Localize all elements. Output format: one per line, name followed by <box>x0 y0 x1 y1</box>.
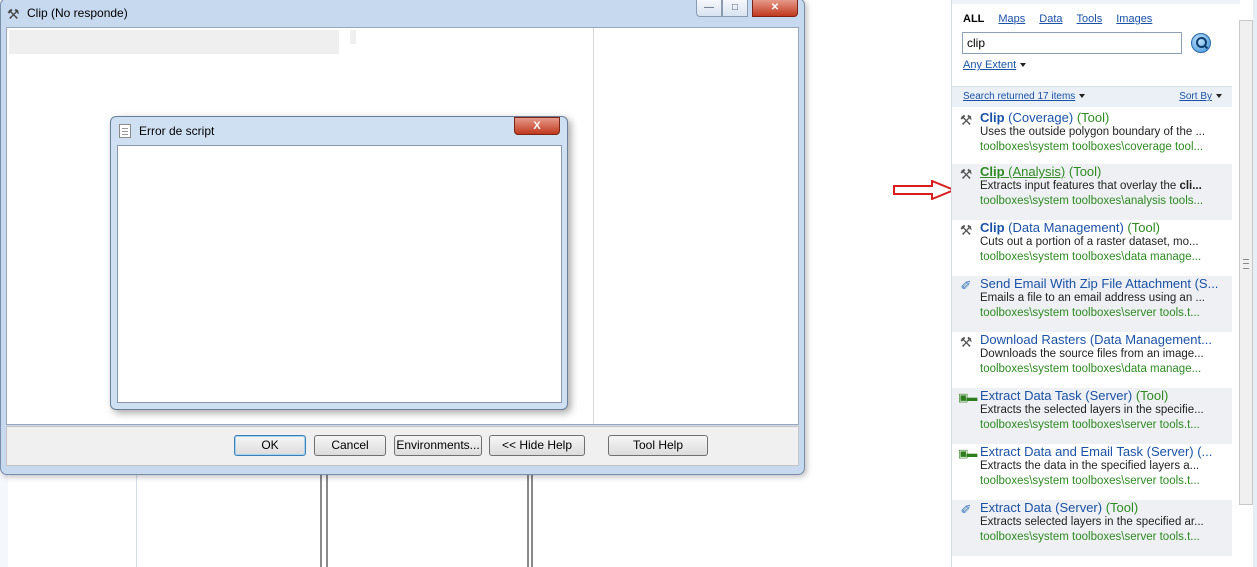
hammer-icon: ⚒ <box>959 166 973 182</box>
result-description: Extracts selected layers in the specifie… <box>980 516 1204 528</box>
hide-help-button[interactable]: << Hide Help <box>489 435 585 456</box>
result-description: Extracts the selected layers in the spec… <box>980 404 1204 416</box>
search-result-selected[interactable]: ⚒ Clip (Analysis) (Tool) Extracts input … <box>952 164 1232 220</box>
search-result[interactable]: ⚒ Clip (Coverage) (Tool) Uses the outsid… <box>952 110 1232 166</box>
result-path: toolboxes\system toolboxes\server tools.… <box>980 419 1200 431</box>
result-title[interactable]: Send Email With Zip File Attachment (S..… <box>980 276 1235 291</box>
result-title[interactable]: Clip (Coverage) (Tool) <box>980 110 1235 125</box>
help-panel-divider[interactable] <box>593 28 594 424</box>
parameter-row <box>9 30 339 54</box>
error-message-area[interactable] <box>117 145 562 403</box>
cancel-button[interactable]: Cancel <box>314 435 386 456</box>
script-icon: ✐ <box>960 278 972 293</box>
model-icon: ▣▬ <box>958 392 977 404</box>
dialog-button-bar: OK Cancel Environments... << Hide Help T… <box>6 426 799 466</box>
result-title[interactable]: Extract Data and Email Task (Server) (..… <box>980 444 1235 459</box>
script-icon: ✐ <box>960 502 972 517</box>
result-path: toolboxes\system toolboxes\data manage..… <box>980 363 1202 375</box>
result-description: Extracts input features that overlay the… <box>980 180 1202 192</box>
result-title[interactable]: Download Rasters (Data Management... <box>980 332 1235 347</box>
results-bar: Search returned 17 items Sort By <box>952 86 1232 107</box>
window-controls: — □ ✕ <box>696 0 798 19</box>
parameter-row <box>350 30 356 44</box>
chevron-down-icon <box>1020 63 1027 68</box>
result-description: Downloads the source files from an image… <box>980 348 1204 360</box>
search-result[interactable]: ▣▬ Extract Data and Email Task (Server) … <box>952 444 1232 500</box>
result-description: Cuts out a portion of a raster dataset, … <box>980 236 1199 248</box>
result-title[interactable]: Clip (Analysis) (Tool) <box>980 164 1235 179</box>
search-panel: ALL Maps Data Tools Images Any Extent Se… <box>951 0 1240 567</box>
background-divider <box>136 470 137 567</box>
scroll-grip-icon[interactable] <box>1243 259 1249 269</box>
tab-images[interactable]: Images <box>1116 13 1152 25</box>
sort-by-label: Sort By <box>1179 91 1212 102</box>
chevron-down-icon <box>1216 94 1222 99</box>
search-icon[interactable] <box>1191 33 1211 53</box>
script-error-dialog: Error de script X <box>110 116 568 410</box>
tool-help-button[interactable]: Tool Help <box>608 435 708 456</box>
hammer-icon: ⚒ <box>959 222 973 238</box>
window-edge <box>1253 0 1257 567</box>
search-result[interactable]: ⚒ Download Rasters (Data Management... D… <box>952 332 1232 388</box>
background-divider <box>531 470 533 567</box>
document-icon <box>119 124 131 138</box>
result-path: toolboxes\system toolboxes\analysis tool… <box>980 195 1204 207</box>
environments-button[interactable]: Environments... <box>394 435 482 456</box>
results-count[interactable]: Search returned 17 items <box>963 91 1086 102</box>
tab-maps[interactable]: Maps <box>998 13 1025 25</box>
result-title[interactable]: Clip (Data Management) (Tool) <box>980 220 1235 235</box>
tab-tools[interactable]: Tools <box>1077 13 1103 25</box>
result-path: toolboxes\system toolboxes\data manage..… <box>980 251 1202 263</box>
maximize-button[interactable]: □ <box>722 0 748 17</box>
result-title[interactable]: Extract Data (Server) (Tool) <box>980 500 1235 515</box>
hammer-icon: ⚒ <box>7 6 20 22</box>
window-title: Clip (No responde) <box>27 6 128 20</box>
chevron-down-icon <box>1079 94 1086 99</box>
close-button[interactable]: X <box>514 117 560 135</box>
result-description: Uses the outside polygon boundary of the… <box>980 126 1206 138</box>
hammer-icon: ⚒ <box>959 112 973 128</box>
result-path: toolboxes\system toolboxes\server tools.… <box>980 475 1200 487</box>
results-count-label: Search returned 17 items <box>963 91 1076 102</box>
background-divider <box>527 470 529 567</box>
search-result[interactable]: ✐ Extract Data (Server) (Tool) Extracts … <box>952 500 1232 556</box>
search-result[interactable]: ⚒ Clip (Data Management) (Tool) Cuts out… <box>952 220 1232 276</box>
tab-all[interactable]: ALL <box>963 13 984 25</box>
close-button[interactable]: ✕ <box>752 0 798 17</box>
minimize-button[interactable]: — <box>696 0 722 17</box>
extent-dropdown[interactable]: Any Extent <box>963 59 1027 71</box>
result-path: toolboxes\system toolboxes\server tools.… <box>980 531 1200 543</box>
red-arrow-icon <box>893 180 956 200</box>
model-icon: ▣▬ <box>958 448 977 460</box>
results-scrollbar[interactable] <box>1239 20 1253 505</box>
sort-by-dropdown[interactable]: Sort By <box>1179 91 1222 102</box>
extent-label: Any Extent <box>963 59 1017 71</box>
search-result[interactable]: ✐ Send Email With Zip File Attachment (S… <box>952 276 1232 332</box>
search-scope-tabs: ALL Maps Data Tools Images <box>963 13 1166 25</box>
result-path: toolboxes\system toolboxes\server tools.… <box>980 307 1200 319</box>
search-input[interactable] <box>962 32 1182 54</box>
background-divider <box>326 470 328 567</box>
result-description: Emails a file to an email address using … <box>980 292 1206 304</box>
tab-data[interactable]: Data <box>1039 13 1062 25</box>
result-title[interactable]: Extract Data Task (Server) (Tool) <box>980 388 1235 403</box>
dialog-title: Error de script <box>139 124 215 138</box>
hammer-icon: ⚒ <box>959 334 973 350</box>
search-result[interactable]: ▣▬ Extract Data Task (Server) (Tool) Ext… <box>952 388 1232 444</box>
ok-button[interactable]: OK <box>234 435 306 456</box>
background-divider <box>320 470 322 567</box>
result-path: toolboxes\system toolboxes\coverage tool… <box>980 141 1204 153</box>
result-description: Extracts the data in the specified layer… <box>980 460 1200 472</box>
